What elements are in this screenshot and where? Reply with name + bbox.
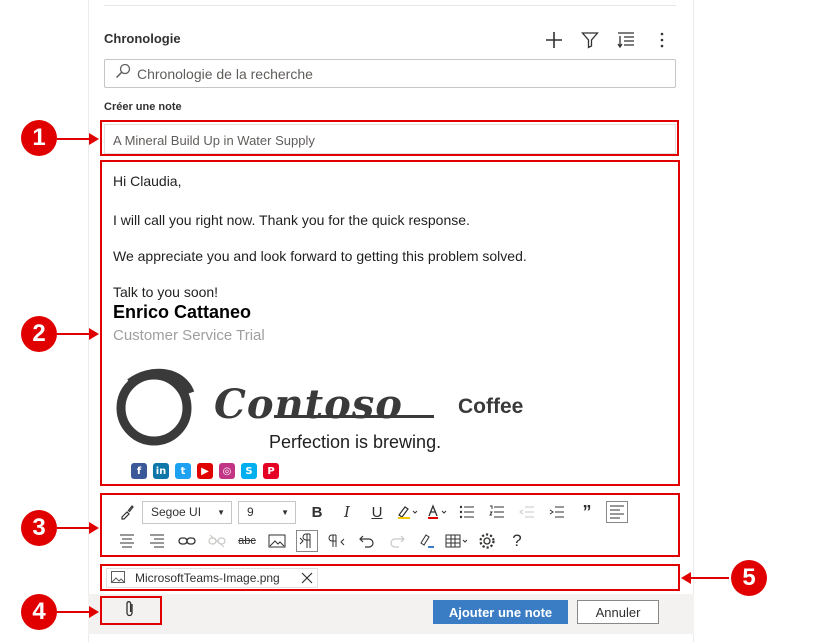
note-title-input[interactable]: A Mineral Build Up in Water Supply [104,124,676,154]
font-color-icon[interactable] [422,500,452,524]
font-family-select[interactable]: Segoe UI ▼ [142,500,232,524]
numbered-list-icon[interactable] [482,500,512,524]
callout-badge-4: 4 [21,594,57,630]
quote-icon[interactable]: ” [572,500,602,524]
align-right-icon[interactable] [142,529,172,553]
formatting-toolbar: Segoe UI ▼ 9 ▼ B I U ” abc ? [104,496,676,554]
callout-badge-2: 2 [21,316,57,352]
callout-badge-5: 5 [731,560,767,596]
instagram-icon[interactable]: ◎ [219,463,235,479]
unlink-icon[interactable] [202,529,232,553]
italic-icon[interactable]: I [332,500,362,524]
timeline-title: Chronologie [104,31,181,46]
chevron-down-icon: ▼ [217,507,225,517]
align-left-icon[interactable] [602,500,632,524]
sort-icon[interactable] [608,28,644,52]
clear-formatting-icon[interactable] [412,529,442,553]
callout-arrow-1 [57,133,99,145]
body-line: I will call you right now. Thank you for… [113,212,470,228]
more-icon[interactable] [644,28,680,52]
social-icons: f in t ▶ ◎ S P [131,463,279,479]
callout-arrow-2 [57,328,99,340]
callout-arrow-3 [57,522,99,534]
youtube-icon[interactable]: ▶ [197,463,213,479]
skype-icon[interactable]: S [241,463,257,479]
increase-indent-icon[interactable] [542,500,572,524]
timeline-search-input[interactable]: Chronologie de la recherche [104,59,676,88]
strikethrough-icon[interactable]: abc [232,529,262,553]
search-icon [115,63,131,84]
table-icon[interactable] [442,529,472,553]
signature-role: Customer Service Trial [113,327,265,344]
callout-badge-3: 3 [21,510,57,546]
redo-icon[interactable] [382,529,412,553]
font-size-select[interactable]: 9 ▼ [238,500,296,524]
search-placeholder: Chronologie de la recherche [137,65,313,82]
image-icon[interactable] [262,529,292,553]
attachment-chip[interactable]: MicrosoftTeams-Image.png [106,568,318,588]
plus-icon[interactable] [536,28,572,52]
timeline-actions [536,28,680,52]
callout-arrow-4 [57,606,99,618]
linkedin-icon[interactable]: in [153,463,169,479]
paperclip-icon [124,600,136,623]
attachment-strip: MicrosoftTeams-Image.png [104,567,676,589]
logo-underline [274,415,434,418]
divider [104,5,676,6]
undo-icon[interactable] [352,529,382,553]
body-line: Hi Claudia, [113,173,182,189]
twitter-icon[interactable]: t [175,463,191,479]
font-family-value: Segoe UI [151,505,202,519]
contoso-logo-mark [116,363,196,458]
signature-name: Enrico Cattaneo [113,302,252,322]
cancel-button[interactable]: Annuler [577,600,659,624]
highlight-icon[interactable] [392,500,422,524]
logo-coffee-text: Coffee [458,395,524,418]
logo-tagline: Perfection is brewing. [269,432,442,452]
add-note-button[interactable]: Ajouter une note [433,600,568,624]
ltr-icon[interactable] [292,529,322,553]
logo-wordmark: Contoso [214,381,403,428]
link-icon[interactable] [172,529,202,553]
rtl-icon[interactable] [322,529,352,553]
body-line: Talk to you soon! [113,284,219,300]
note-body-editor[interactable]: Hi Claudia, I will call you right now. T… [104,163,676,483]
close-icon[interactable] [300,571,314,588]
pinterest-icon[interactable]: P [263,463,279,479]
underline-icon[interactable]: U [362,500,392,524]
bullet-list-icon[interactable] [452,500,482,524]
body-line: We appreciate you and look forward to ge… [113,248,527,264]
callout-arrow-5 [681,572,729,584]
decrease-indent-icon[interactable] [512,500,542,524]
help-icon[interactable]: ? [502,529,532,553]
callout-badge-1: 1 [21,120,57,156]
facebook-icon[interactable]: f [131,463,147,479]
gear-icon[interactable] [472,529,502,553]
attachment-filename: MicrosoftTeams-Image.png [135,571,280,585]
font-size-value: 9 [247,505,254,519]
create-note-label: Créer une note [104,101,182,113]
format-painter-icon[interactable] [112,500,142,524]
image-file-icon [111,570,125,586]
chevron-down-icon: ▼ [281,507,289,517]
align-center-icon[interactable] [112,529,142,553]
attach-button[interactable] [100,598,160,624]
bold-icon[interactable]: B [302,500,332,524]
filter-icon[interactable] [572,28,608,52]
